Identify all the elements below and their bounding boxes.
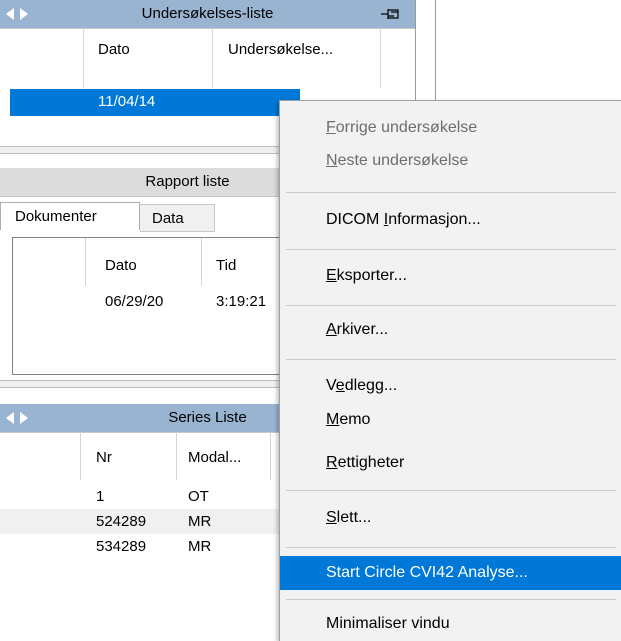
menu-separator <box>286 599 616 600</box>
row-modal: MR <box>188 538 212 555</box>
column-header-nr[interactable]: Nr <box>96 449 112 466</box>
arrow-right-icon[interactable] <box>20 412 28 424</box>
tab-dokumenter[interactable]: Dokumenter <box>0 202 140 230</box>
column-divider <box>212 28 213 88</box>
menu-item-eksporter[interactable]: Eksporter... <box>280 259 621 293</box>
arrow-right-icon[interactable] <box>20 8 28 20</box>
menu-item-label: Memo <box>326 411 371 428</box>
exam-panel-titlebar: Undersøkelses-liste <box>0 0 415 29</box>
column-divider <box>176 432 177 480</box>
series-panel-title: Series Liste <box>168 409 247 426</box>
table-row-selected[interactable]: 11/04/14 <box>10 89 300 116</box>
row-nr: 1 <box>96 488 105 505</box>
menu-separator <box>286 192 616 193</box>
column-divider <box>83 28 84 88</box>
row-modal: MR <box>188 513 212 530</box>
report-panel-title: Rapport liste <box>145 173 230 190</box>
menu-item-label: Minimaliser vindu <box>326 615 450 632</box>
column-header-tid[interactable]: Tid <box>216 257 236 274</box>
column-header-modal[interactable]: Modal... <box>188 449 241 466</box>
column-divider <box>85 238 86 286</box>
column-divider <box>201 238 202 286</box>
column-header-dato[interactable]: Dato <box>98 41 130 58</box>
menu-item-label: Slett... <box>326 509 372 526</box>
menu-item-label: Rettigheter <box>326 454 405 471</box>
tab-data[interactable]: Data <box>140 204 215 232</box>
menu-separator <box>286 305 616 306</box>
tab-label: Data <box>152 210 184 227</box>
menu-item-neste-undersokelse[interactable]: Neste undersøkelse <box>280 144 621 178</box>
menu-item-minimaliser-vindu[interactable]: Minimaliser vindu <box>280 607 621 641</box>
context-menu: Forrige undersøkelse Neste undersøkelse … <box>279 100 621 641</box>
menu-item-label: Start Circle CVI42 Analyse... <box>326 564 528 581</box>
menu-item-label: Arkiver... <box>326 321 389 338</box>
row-nr: 524289 <box>96 513 147 530</box>
menu-item-arkiver[interactable]: Arkiver... <box>280 313 621 347</box>
row-date: 11/04/14 <box>98 93 156 110</box>
row-nr: 534289 <box>96 538 147 555</box>
arrow-left-icon[interactable] <box>6 412 14 424</box>
menu-separator <box>286 490 616 491</box>
menu-item-label: Eksporter... <box>326 267 407 284</box>
row-modal: OT <box>188 488 209 505</box>
menu-item-rettigheter[interactable]: Rettigheter <box>280 446 621 480</box>
panel-nav-arrows[interactable] <box>6 410 36 426</box>
menu-item-label: Neste undersøkelse <box>326 152 469 169</box>
exam-panel-title: Undersøkelses-liste <box>141 5 274 22</box>
menu-separator <box>286 249 616 250</box>
menu-item-label: Forrige undersøkelse <box>326 119 478 136</box>
column-header-undersokelse[interactable]: Undersøkelse... <box>228 41 333 58</box>
menu-item-dicom-informasjon[interactable]: DICOM Informasjon... <box>280 203 621 237</box>
pin-icon[interactable] <box>380 6 402 22</box>
menu-item-vedlegg[interactable]: Vedlegg... <box>280 369 621 403</box>
menu-item-slett[interactable]: Slett... <box>280 501 621 535</box>
panel-nav-arrows[interactable] <box>6 6 36 22</box>
menu-separator <box>286 359 616 360</box>
arrow-left-icon[interactable] <box>6 8 14 20</box>
menu-separator <box>286 547 616 548</box>
menu-item-label: DICOM Informasjon... <box>326 211 481 228</box>
row-time[interactable]: 3:19:21 <box>216 293 266 310</box>
menu-item-start-circle-cvi42[interactable]: Start Circle CVI42 Analyse... <box>280 556 621 590</box>
column-header-dato[interactable]: Dato <box>105 257 137 274</box>
column-divider <box>270 432 271 480</box>
column-divider <box>380 28 381 88</box>
row-date[interactable]: 06/29/20 <box>105 293 163 310</box>
menu-item-forrige-undersokelse[interactable]: Forrige undersøkelse <box>280 111 621 145</box>
menu-item-label: Vedlegg... <box>326 377 398 394</box>
menu-item-memo[interactable]: Memo <box>280 403 621 437</box>
column-divider <box>80 432 81 480</box>
tab-label: Dokumenter <box>15 208 97 225</box>
